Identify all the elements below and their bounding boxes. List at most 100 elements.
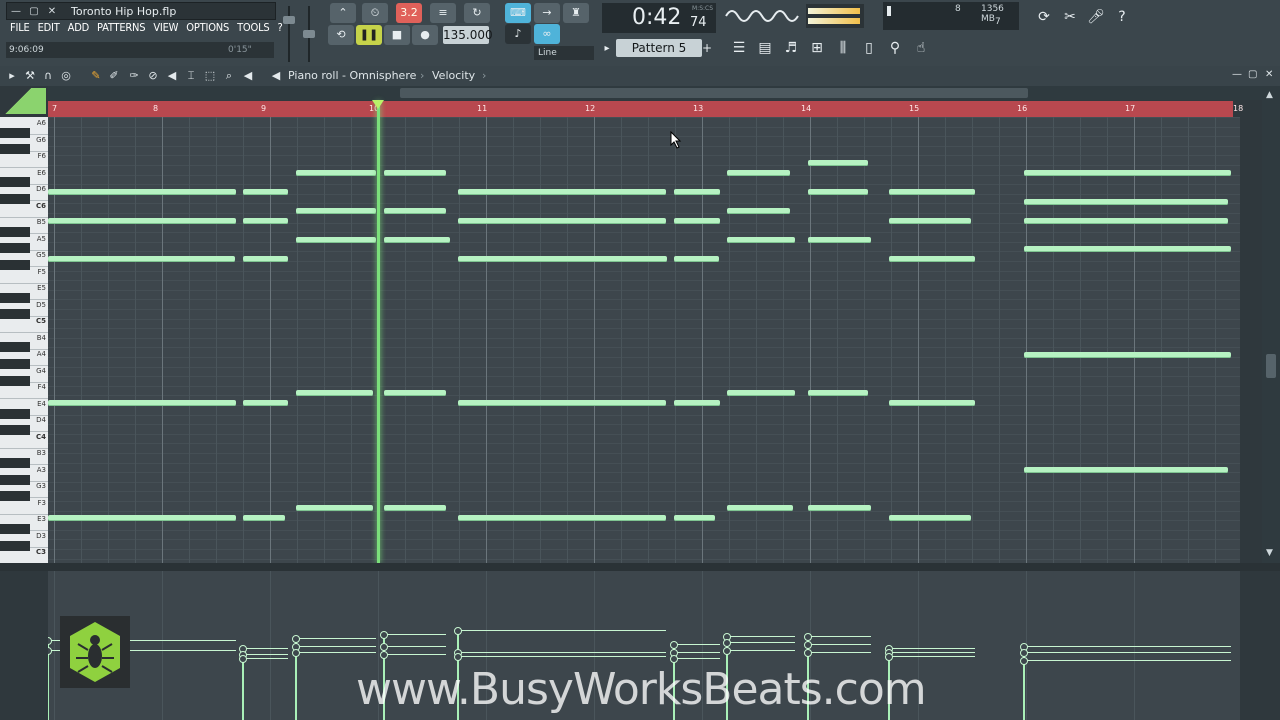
options-arrow-icon[interactable]: ▸ [4, 68, 20, 84]
velocity-handle[interactable] [885, 653, 893, 661]
pattern-selector[interactable]: Pattern 5 [616, 39, 702, 57]
midi-note[interactable] [889, 515, 971, 521]
wrench-icon[interactable]: ⚒ [22, 68, 38, 84]
minimize-icon[interactable]: — [9, 5, 23, 19]
pause-icon[interactable]: ❚❚ [356, 25, 382, 45]
undo-history-icon[interactable]: ⟳ [1032, 6, 1056, 28]
vertical-scrollbar[interactable]: ▲ ▼ [1262, 86, 1280, 564]
velocity-handle[interactable] [804, 633, 812, 641]
blend-notes-icon[interactable]: ≡ [430, 3, 456, 23]
black-key[interactable] [0, 409, 30, 419]
menu-options[interactable]: OPTIONS [182, 21, 233, 37]
midi-note[interactable] [243, 218, 288, 224]
black-key[interactable] [0, 458, 30, 468]
velocity-handle[interactable] [454, 653, 462, 661]
browser-icon[interactable]: ⊞ [805, 37, 829, 59]
project-info-icon[interactable]: ▯ [857, 37, 881, 59]
select-icon[interactable]: ⬚ [202, 68, 218, 84]
pencil-icon[interactable]: ✎ [88, 68, 104, 84]
vertical-scroll-thumb[interactable] [1266, 354, 1276, 378]
midi-note[interactable] [1024, 170, 1231, 176]
slice-icon[interactable]: ⌶ [183, 68, 199, 84]
velocity-handle[interactable] [723, 639, 731, 647]
velocity-handle[interactable] [804, 641, 812, 649]
black-key[interactable] [0, 425, 30, 435]
multilink-icon[interactable]: ♜ [563, 3, 589, 23]
velocity-handle[interactable] [454, 627, 462, 635]
midi-note[interactable] [1024, 352, 1231, 358]
pr-close-icon[interactable]: ✕ [1265, 69, 1273, 80]
velocity-handle[interactable] [239, 655, 247, 663]
midi-note[interactable] [384, 170, 446, 176]
restore-icon[interactable]: ▢ [27, 5, 41, 19]
black-key[interactable] [0, 475, 30, 485]
menu-patterns[interactable]: PATTERNS [93, 21, 149, 37]
velocity-handle[interactable] [804, 649, 812, 657]
metronome-icon[interactable]: ⌃ [330, 3, 356, 23]
menu-add[interactable]: ADD [64, 21, 93, 37]
tempo-display[interactable]: 135.000 [443, 26, 493, 44]
midi-note[interactable] [889, 218, 971, 224]
zoom-icon[interactable]: ⌕ [221, 68, 237, 84]
tempo-tapper-icon[interactable]: ☝ [909, 37, 933, 59]
velocity-handle[interactable] [292, 635, 300, 643]
midi-note[interactable] [384, 505, 446, 511]
midi-note[interactable] [458, 256, 667, 262]
midi-note[interactable] [1024, 199, 1228, 205]
midi-note[interactable] [296, 170, 376, 176]
note-grid[interactable] [48, 117, 1240, 563]
record-circle-icon[interactable]: ◎ [58, 68, 74, 84]
loop-record-icon[interactable]: ↻ [464, 3, 490, 23]
midi-note[interactable] [48, 515, 236, 521]
scroll-down-icon[interactable]: ▼ [1266, 548, 1273, 558]
midi-note[interactable] [808, 505, 871, 511]
midi-note[interactable] [889, 400, 975, 406]
wait-record-icon[interactable]: ⏲ [362, 3, 388, 23]
midi-note[interactable] [674, 189, 720, 195]
black-key[interactable] [0, 309, 30, 319]
midi-note[interactable] [243, 189, 288, 195]
midi-note[interactable] [808, 237, 871, 243]
black-key[interactable] [0, 541, 30, 551]
velocity-handle[interactable] [380, 651, 388, 659]
black-key[interactable] [0, 491, 30, 501]
black-key[interactable] [0, 194, 30, 204]
midi-note[interactable] [48, 400, 236, 406]
midi-note[interactable] [1024, 246, 1231, 252]
black-key[interactable] [0, 128, 30, 138]
black-key[interactable] [0, 524, 30, 534]
mixer-icon[interactable]: ⫼ [831, 37, 855, 59]
magnet-icon[interactable]: ∩ [40, 68, 56, 84]
midi-note[interactable] [243, 256, 288, 262]
timeline-ruler[interactable]: 7 8 9 10 11 12 13 14 15 16 17 18 [48, 101, 1243, 117]
midi-note[interactable] [808, 189, 868, 195]
midi-note[interactable] [243, 400, 288, 406]
menu-edit[interactable]: EDIT [34, 21, 64, 37]
midi-note[interactable] [384, 390, 446, 396]
paint-icon[interactable]: ✐ [106, 68, 122, 84]
cut-icon[interactable]: ✂ [1058, 6, 1082, 28]
velocity-handle[interactable] [670, 641, 678, 649]
plugin-icon[interactable]: ⚲ [883, 37, 907, 59]
channel-rack-icon[interactable]: ▤ [753, 37, 777, 59]
midi-note[interactable] [727, 208, 790, 214]
piano-roll-title[interactable]: Piano roll - Omnisphere [288, 69, 416, 82]
horizontal-scrollbar[interactable] [48, 86, 1265, 100]
black-key[interactable] [0, 177, 30, 187]
midi-note[interactable] [674, 515, 715, 521]
midi-note[interactable] [296, 208, 376, 214]
close-icon[interactable]: ✕ [45, 5, 59, 19]
playlist-icon[interactable]: ☰ [727, 37, 751, 59]
scroll-thumb[interactable] [400, 88, 1028, 98]
black-key[interactable] [0, 144, 30, 154]
menu-file[interactable]: FILE [6, 21, 34, 37]
event-editor-divider[interactable] [0, 563, 1280, 571]
black-key[interactable] [0, 342, 30, 352]
midi-note[interactable] [384, 208, 446, 214]
playhead-marker[interactable] [372, 100, 384, 109]
midi-note[interactable] [674, 218, 720, 224]
typing-keyboard-icon[interactable]: ⌨ [505, 3, 531, 23]
menu-tools[interactable]: TOOLS [233, 21, 273, 37]
velocity-handle[interactable] [1020, 657, 1028, 665]
countdown-button[interactable]: 3.2 [396, 3, 422, 23]
